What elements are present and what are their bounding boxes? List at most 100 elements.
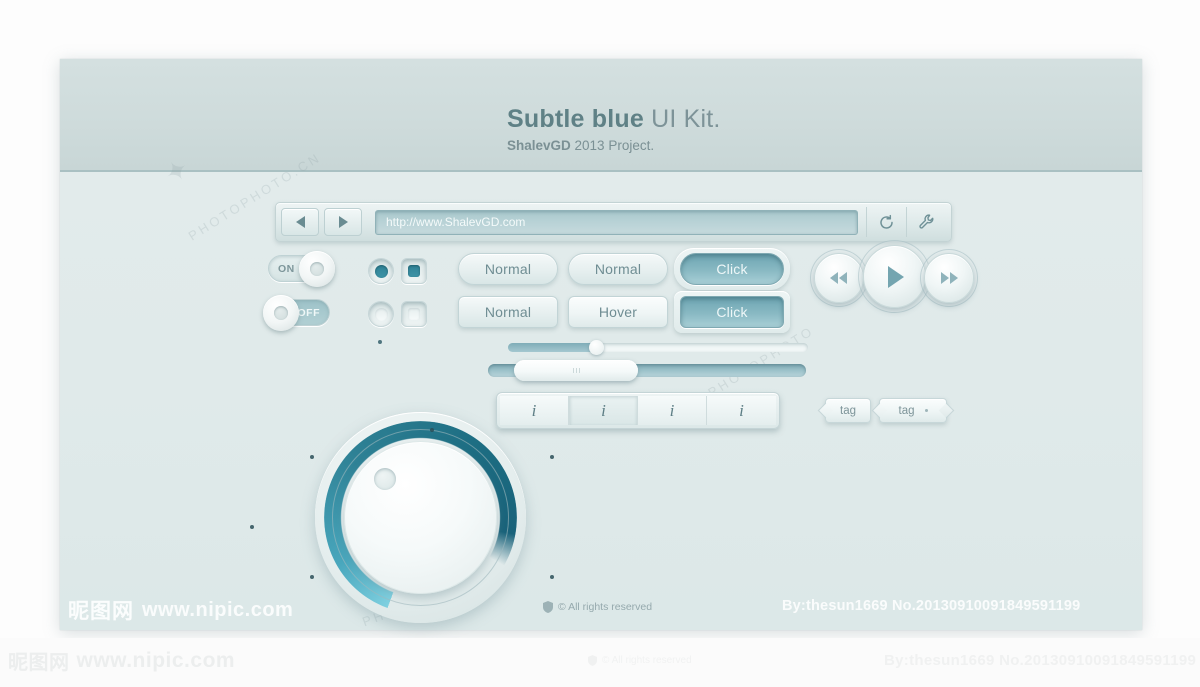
footer-credit: By:thesun1669 No.20130910091849591199 — [782, 598, 1081, 614]
ui-kit-panel: Subtle blue UI Kit. ShalevGD 2013 Projec… — [60, 59, 1142, 630]
grip-line — [578, 368, 580, 373]
checkbox-unchecked[interactable] — [401, 301, 427, 327]
outer-rights-text: © All rights reserved — [602, 655, 692, 666]
thick-slider-handle[interactable] — [514, 360, 638, 381]
toggle-knob[interactable] — [299, 251, 335, 287]
button-label: Normal — [484, 261, 532, 277]
page-title: Subtle blue UI Kit. — [507, 105, 721, 134]
rotary-knob[interactable] — [315, 412, 526, 623]
button-click-2[interactable]: Click — [680, 296, 784, 328]
radio-unchecked[interactable] — [368, 301, 394, 327]
browser-refresh-button[interactable] — [866, 207, 906, 237]
button-label: Normal — [594, 261, 642, 277]
toggle-knob[interactable] — [263, 295, 299, 331]
browser-back-button[interactable] — [281, 208, 319, 236]
radio-dot-icon — [374, 264, 388, 278]
tag-dot-icon[interactable] — [924, 409, 928, 412]
tag-label: tag — [840, 404, 856, 417]
page-subtitle-strong: ShalevGD — [507, 138, 571, 153]
tag-1[interactable]: tag — [817, 398, 871, 423]
wrench-icon — [918, 214, 933, 229]
button-normal-3[interactable]: Normal — [458, 296, 558, 328]
browser-settings-button[interactable] — [906, 207, 946, 237]
tab-info-3[interactable]: i — [638, 396, 707, 425]
button-label: Click — [716, 304, 748, 320]
button-label: Click — [716, 261, 748, 277]
thin-slider[interactable] — [508, 340, 808, 355]
title-block: Subtle blue UI Kit. ShalevGD 2013 Projec… — [507, 105, 721, 153]
shield-icon — [543, 601, 553, 613]
toggle-switch-off[interactable]: OFF — [263, 295, 330, 331]
toggle-switch-on[interactable]: ON — [268, 251, 335, 287]
button-normal-1[interactable]: Normal — [458, 253, 558, 285]
thick-slider[interactable] — [488, 360, 806, 381]
button-hover[interactable]: Hover — [568, 296, 668, 328]
accent-dot — [378, 340, 382, 344]
tab-info-2[interactable]: i — [569, 396, 638, 425]
knob-tick-dot — [550, 575, 554, 579]
knob-tick-dot — [430, 428, 434, 432]
outer-watermark-url: www.nipic.com — [76, 648, 236, 672]
fast-forward-button[interactable] — [924, 253, 974, 303]
browser-bar: http://www.ShalevGD.com — [275, 202, 952, 242]
triangle-right-icon — [338, 216, 348, 228]
footer-watermark: 昵图网 www.nipic.com — [68, 595, 293, 625]
play-button[interactable] — [863, 245, 926, 308]
radio-dot-icon — [374, 307, 388, 321]
radio-checked[interactable] — [368, 258, 394, 284]
outer-watermark-strip: 昵图网 www.nipic.com © All rights reserved … — [0, 638, 1200, 687]
thin-slider-fill — [508, 343, 598, 352]
outer-watermark-right: By:thesun1669 No.20130910091849591199 — [884, 652, 1197, 669]
watermark-cn-logo: 昵图网 — [68, 599, 134, 623]
thin-slider-handle[interactable] — [589, 340, 604, 355]
tab-label: i — [531, 400, 537, 420]
knob-tick-dot — [310, 455, 314, 459]
page-title-light: UI Kit. — [643, 105, 721, 133]
outer-watermark-center: © All rights reserved — [588, 655, 692, 666]
page-title-strong: Subtle blue — [507, 105, 644, 133]
tab-label: i — [601, 400, 606, 420]
tab-info-4[interactable]: i — [707, 396, 776, 425]
knob-tick-dot — [310, 575, 314, 579]
knob-tick-dot — [250, 525, 254, 529]
play-icon — [887, 265, 904, 288]
button-label: Hover — [598, 304, 638, 320]
triangle-left-icon — [295, 216, 305, 228]
url-input[interactable]: http://www.ShalevGD.com — [375, 209, 858, 235]
tag-notch-icon — [817, 402, 834, 419]
rights-text: © All rights reserved — [558, 601, 653, 613]
tag-notch-right-icon — [938, 402, 955, 419]
rewind-button[interactable] — [814, 253, 864, 303]
tag-label: tag — [898, 404, 915, 417]
knob-indicator-dot — [374, 468, 396, 490]
checkbox-mark-icon — [408, 265, 420, 277]
page-subtitle: ShalevGD 2013 Project. — [507, 138, 721, 153]
grip-line — [572, 368, 574, 373]
checkbox-mark-icon — [408, 308, 420, 320]
screenshot-root: Subtle blue UI Kit. ShalevGD 2013 Projec… — [0, 0, 1200, 687]
panel-header: Subtle blue UI Kit. ShalevGD 2013 Projec… — [60, 59, 1142, 172]
button-click-1[interactable]: Click — [680, 253, 784, 285]
button-label: Normal — [484, 304, 532, 320]
checkbox-checked[interactable] — [401, 258, 427, 284]
knob-tick-dot — [550, 455, 554, 459]
knob-face[interactable] — [344, 441, 497, 594]
shield-icon — [588, 655, 597, 666]
tag-2[interactable]: tag — [871, 398, 955, 423]
fast-forward-icon — [941, 272, 958, 284]
button-normal-2[interactable]: Normal — [568, 253, 668, 285]
outer-watermark-cn: 昵图网 — [8, 650, 70, 674]
refresh-icon — [880, 214, 893, 229]
tag-notch-icon — [871, 402, 888, 419]
rewind-icon — [830, 272, 847, 284]
footer-rights: © All rights reserved — [543, 601, 652, 613]
outer-watermark-left: 昵图网 www.nipic.com — [8, 646, 235, 675]
info-tabbar: i i i i — [496, 392, 780, 429]
grip-line — [575, 368, 577, 373]
tab-label: i — [739, 400, 744, 420]
watermark-url: www.nipic.com — [142, 598, 294, 621]
tab-label: i — [669, 400, 675, 420]
stock-watermark: PHOTOPHOTO — [705, 322, 817, 401]
browser-forward-button[interactable] — [324, 208, 362, 236]
page-subtitle-rest: 2013 Project. — [570, 138, 655, 153]
